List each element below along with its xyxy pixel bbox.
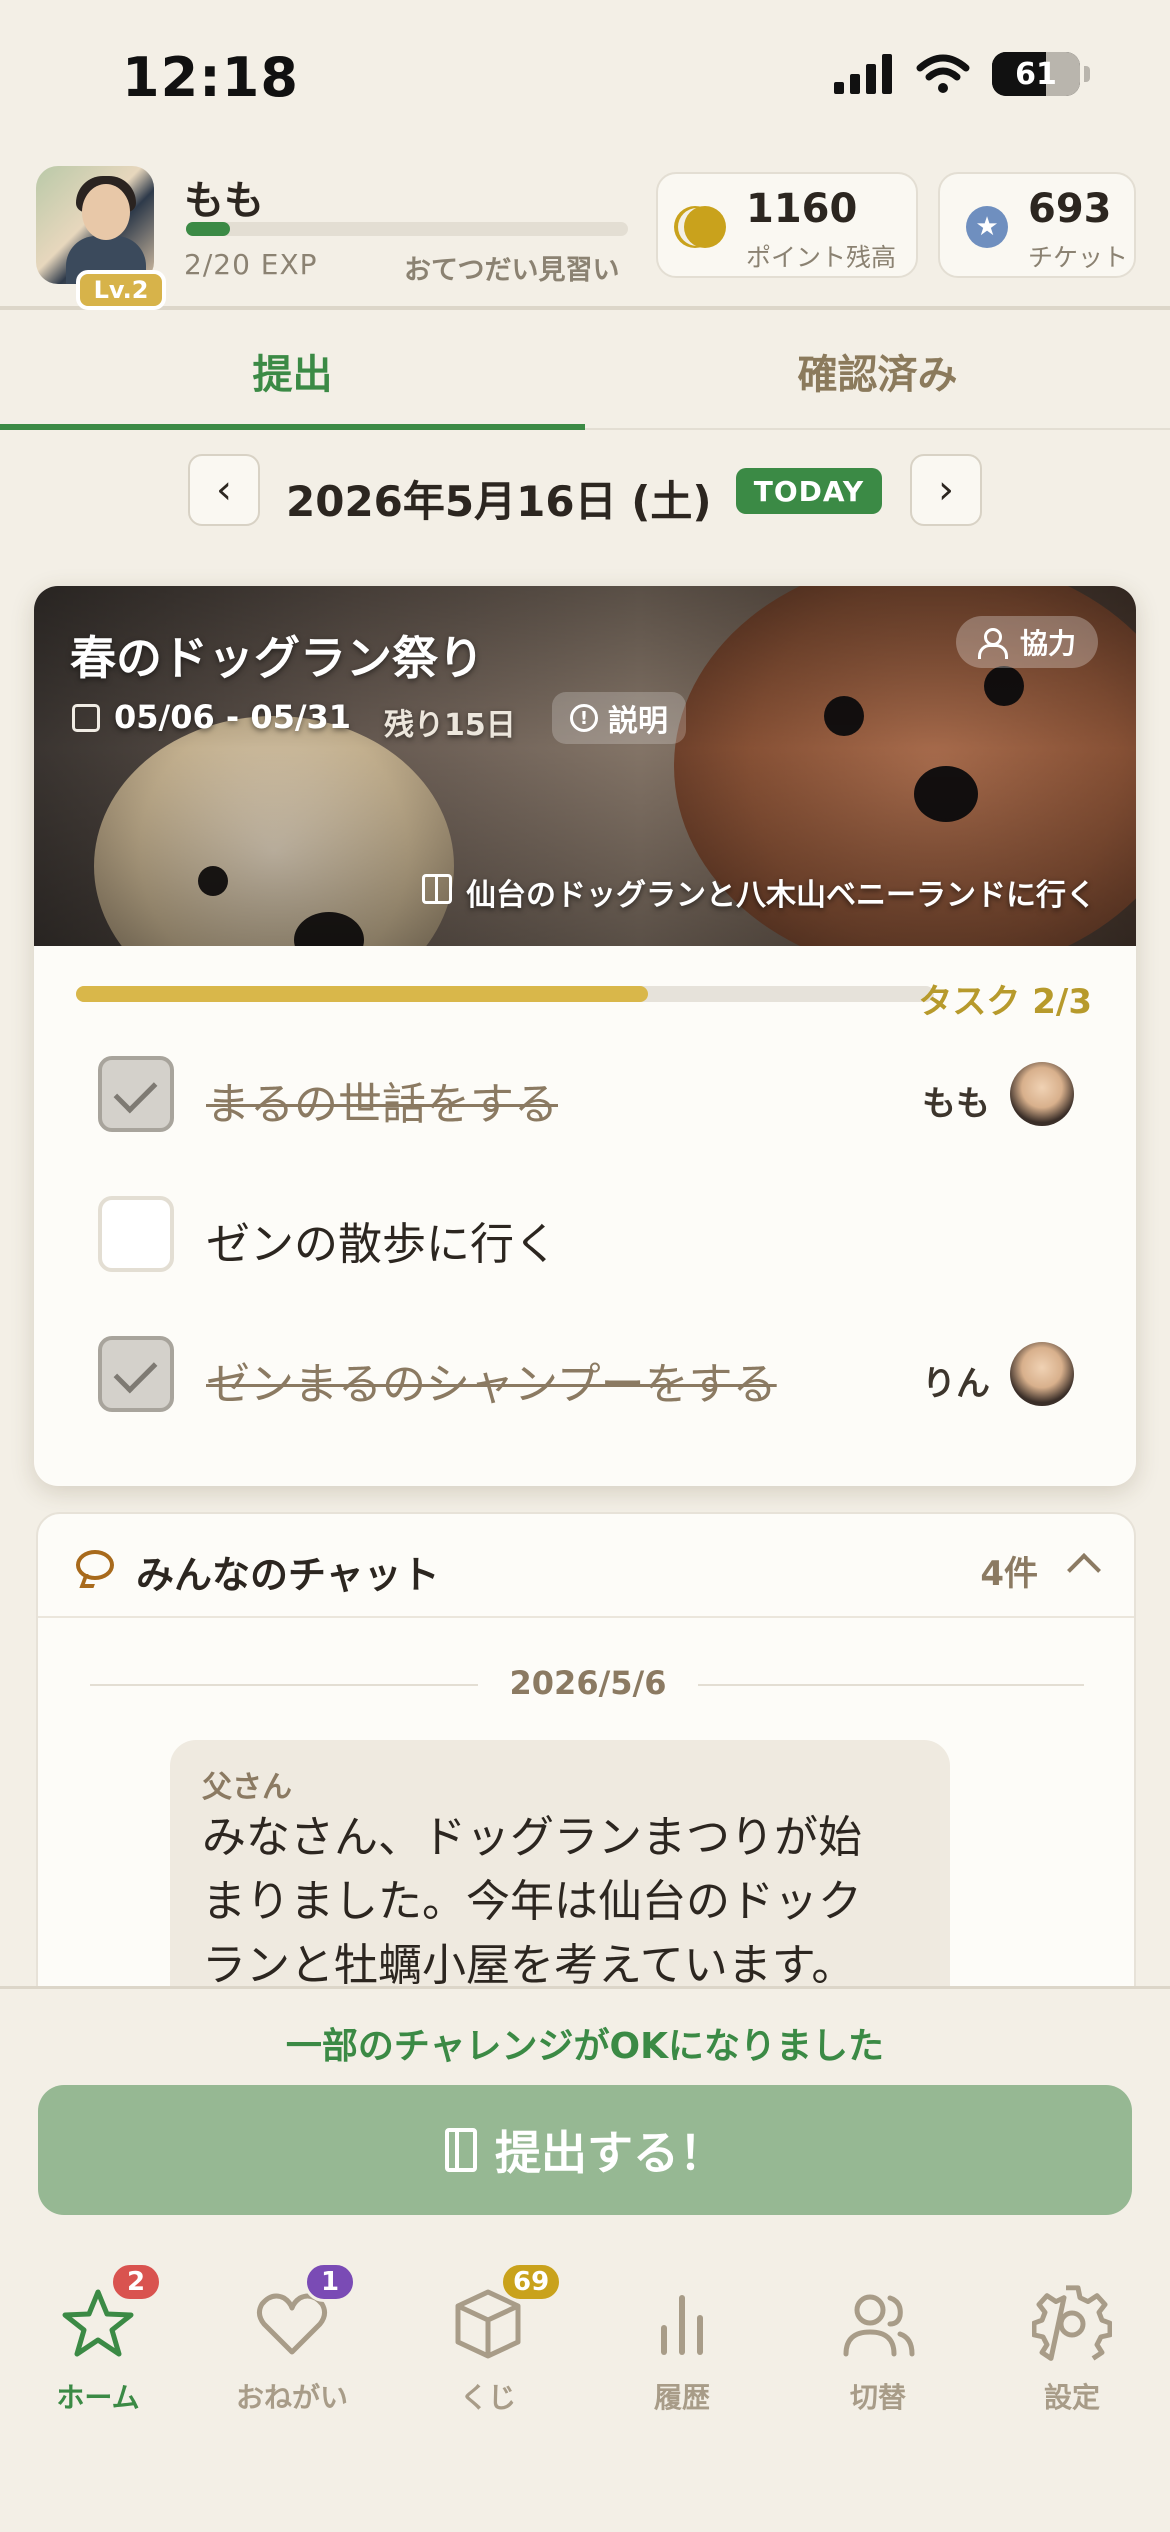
profile-name: もも: [184, 178, 264, 224]
users-icon: [843, 2294, 915, 2357]
coop-badge: 協力: [956, 616, 1099, 668]
nav-requests[interactable]: 1 おねがい: [194, 2262, 390, 2424]
submit-button[interactable]: 提出する！: [38, 2085, 1132, 2215]
task-row[interactable]: ゼンまるのシャンプーをする りん: [34, 1312, 1136, 1432]
status-bar: 12:18 61: [0, 0, 1170, 150]
group-icon: [978, 628, 1012, 659]
points-card[interactable]: 1160 ポイント残高: [656, 172, 918, 278]
avatar: [36, 166, 154, 284]
points-value: 1160: [746, 186, 858, 232]
points-label: ポイント残高: [746, 243, 897, 272]
bottom-nav: 2 ホーム 1 おねがい 69 くじ 履歴 切替 設定: [0, 2230, 1170, 2532]
calendar-icon: [72, 704, 100, 732]
exp-progress-fill: [186, 222, 231, 236]
profile-header: Lv.2 もも 2/20 EXP おてつだい見習い 1160 ポイント残高 ★ …: [0, 150, 1170, 310]
task-progress-bar: [76, 986, 934, 1002]
next-date-button[interactable]: ›: [910, 454, 982, 526]
info-icon: !: [570, 704, 598, 732]
battery-level: 61: [1015, 56, 1057, 92]
event-banner-image: 春のドッグラン祭り 05/06 - 05/31 残り15日 ! 説明 協力 仙台…: [34, 586, 1136, 946]
chat-title: みんなのチャット: [136, 1553, 440, 1597]
task-count: タスク 2/3: [918, 982, 1092, 1022]
tab-bar: 提出 確認済み: [0, 314, 1170, 430]
signal-icon: [834, 54, 892, 94]
level-badge: Lv.2: [76, 270, 166, 310]
event-reward: 仙台のドッグランと八木山ベニーランドに行く: [422, 870, 1096, 914]
event-remaining: 残り15日: [384, 708, 516, 743]
prev-date-button[interactable]: ‹: [188, 454, 260, 526]
task-checkbox[interactable]: [98, 1056, 174, 1132]
tickets-card[interactable]: ★ 693 チケット: [938, 172, 1136, 278]
task-checkbox[interactable]: [98, 1196, 174, 1272]
coin-icon: [684, 206, 726, 248]
event-card: 春のドッグラン祭り 05/06 - 05/31 残り15日 ! 説明 協力 仙台…: [34, 586, 1136, 1486]
event-dates: 05/06 - 05/31: [114, 698, 352, 736]
nav-badge: 1: [304, 2262, 356, 2302]
tab-confirmed[interactable]: 確認済み: [585, 314, 1170, 428]
profile-avatar[interactable]: Lv.2: [36, 166, 166, 310]
nav-lottery[interactable]: 69 くじ: [390, 2262, 586, 2424]
exp-text: 2/20 EXP: [184, 248, 318, 281]
task-checkbox[interactable]: [98, 1336, 174, 1412]
nav-label: くじ: [459, 2381, 516, 2414]
nav-settings[interactable]: 設定: [974, 2284, 1170, 2424]
tab-submit[interactable]: 提出: [0, 314, 585, 430]
gear-icon: [1031, 2285, 1113, 2361]
task-label: まるの世話をする: [206, 1079, 558, 1130]
tickets-value: 693: [1028, 186, 1112, 232]
task-assignee-name: りん: [922, 1364, 990, 1404]
event-title: 春のドッグラン祭り: [70, 631, 484, 685]
ticket-star-icon: ★: [966, 206, 1008, 248]
chat-date: 2026/5/6: [478, 1664, 698, 1702]
nav-label: 切替: [849, 2381, 906, 2414]
nav-label: ホーム: [56, 2381, 140, 2414]
task-progress-fill: [76, 986, 649, 1002]
bar-chart-icon: [661, 2295, 703, 2355]
chevron-up-icon[interactable]: [1067, 1553, 1101, 1587]
gift-icon: [422, 874, 452, 904]
rank-title: おてつだい見習い: [404, 255, 620, 286]
nav-home[interactable]: 2 ホーム: [0, 2262, 196, 2424]
event-info-label: 説明: [608, 704, 668, 739]
wifi-icon: [916, 54, 970, 93]
coop-label: 協力: [1020, 627, 1077, 660]
date-navigator: ‹ 2026年5月16日 (土) TODAY ›: [0, 432, 1170, 552]
chat-panel: みんなのチャット 4件 2026/5/6 父さん みなさん、ドッグランまつりが始…: [36, 1512, 1136, 2032]
tickets-label: チケット: [1028, 243, 1129, 272]
submit-button-label: 提出する！: [495, 2126, 725, 2180]
task-row[interactable]: ゼンの散歩に行く: [34, 1172, 1136, 1292]
chat-bubble-icon: [76, 1550, 114, 1580]
nav-label: 履歴: [653, 2381, 710, 2414]
event-reward-text: 仙台のドッグランと八木山ベニーランドに行く: [466, 878, 1096, 913]
nav-switch-user[interactable]: 切替: [780, 2284, 976, 2424]
nav-badge: 2: [110, 2262, 162, 2302]
event-info-button[interactable]: ! 説明: [552, 692, 686, 744]
nav-history[interactable]: 履歴: [584, 2284, 780, 2424]
task-assignee-avatar: [1010, 1342, 1074, 1406]
nav-badge: 69: [500, 2262, 563, 2302]
task-label: ゼンまるのシャンプーをする: [206, 1359, 777, 1410]
task-assignee-avatar: [1010, 1062, 1074, 1126]
chat-header[interactable]: みんなのチャット 4件: [38, 1514, 1134, 1618]
nav-label: おねがい: [235, 2381, 348, 2414]
submit-area: 一部のチャレンジがOKになりました 提出する！: [0, 1986, 1170, 2230]
battery-icon: 61: [992, 52, 1080, 96]
task-row[interactable]: まるの世話をする もも: [34, 1032, 1136, 1152]
current-date: 2026年5月16日 (土): [286, 477, 712, 526]
notebook-icon: [445, 2128, 477, 2172]
task-label: ゼンの散歩に行く: [206, 1219, 558, 1270]
nav-label: 設定: [1043, 2381, 1100, 2414]
submit-status-note: 一部のチャレンジがOKになりました: [285, 2026, 885, 2067]
today-badge[interactable]: TODAY: [736, 468, 882, 514]
status-icons: 61: [834, 52, 1090, 96]
chat-message-sender: 父さん: [202, 1770, 292, 1805]
chat-count: 4件: [980, 1554, 1038, 1594]
task-assignee-name: もも: [922, 1084, 990, 1124]
chat-message-text: みなさん、ドッグランまつりが始まりました。今年は仙台のドックランと牡蠣小屋を考え…: [202, 1812, 862, 1991]
exp-progress-bar: [186, 222, 628, 236]
status-time: 12:18: [122, 46, 299, 109]
